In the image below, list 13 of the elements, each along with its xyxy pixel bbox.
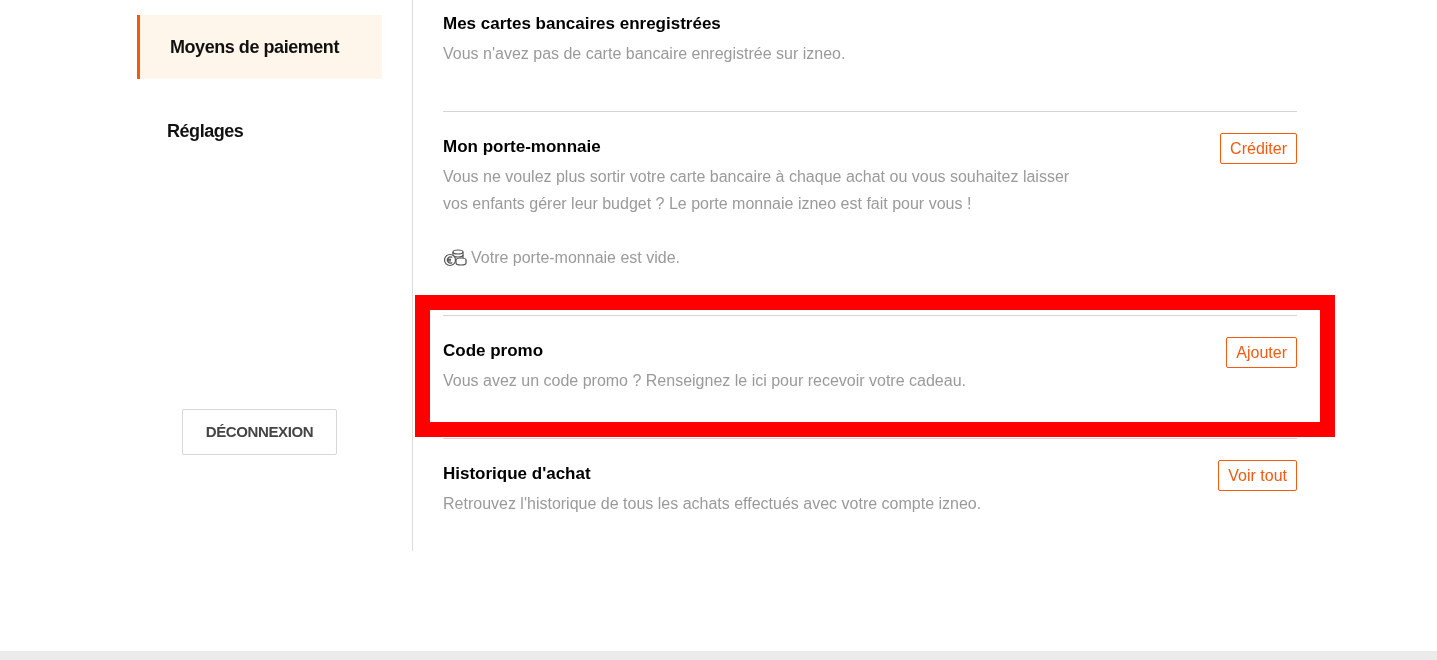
section-title: Historique d'achat: [443, 463, 592, 485]
section-description: Vous ne voulez plus sortir votre carte bancaire à chaque achat ou vous souhaitez laisser vos enfants gérer leur budget ? Le porte monnaie izneo est fait pour vous !: [443, 167, 1071, 214]
section-title: Mon porte-monnaie: [443, 136, 602, 158]
wallet-status: Votre porte-monnaie est vide.: [471, 248, 680, 268]
logout-button[interactable]: DÉCONNEXION: [182, 409, 337, 455]
coins-icon: [443, 248, 467, 267]
section-title: Mes cartes bancaires enregistrées: [443, 13, 722, 35]
section-description: Retrouvez l'historique de tous les achats effectués avec votre compte izneo.: [443, 494, 982, 514]
sidebar-item[interactable]: Moyens de paiement: [137, 15, 382, 79]
section-description: Vous n'avez pas de carte bancaire enregistrée sur izneo.: [443, 44, 846, 64]
section-title: Code promo: [443, 340, 545, 362]
sidebar-item[interactable]: Réglages: [137, 99, 382, 163]
section-description: Vous avez un code promo ? Renseignez le ici pour recevoir votre cadeau.: [443, 371, 966, 391]
